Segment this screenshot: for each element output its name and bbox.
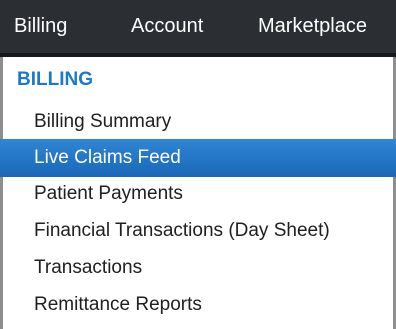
menu-item-patient-payments[interactable]: Patient Payments — [3, 175, 393, 213]
top-navigation-bar: Billing Account Marketplace — [0, 0, 396, 57]
menu-item-transactions[interactable]: Transactions — [3, 249, 393, 287]
menu-item-live-claims-feed[interactable]: Live Claims Feed — [0, 139, 396, 177]
menu-item-remittance-reports[interactable]: Remittance Reports — [3, 286, 393, 324]
nav-tab-account[interactable]: Account — [131, 0, 203, 53]
billing-dropdown-menu: BILLING Billing Summary Live Claims Feed… — [0, 57, 396, 329]
nav-tab-marketplace[interactable]: Marketplace — [258, 0, 367, 53]
nav-tab-billing[interactable]: Billing — [14, 0, 67, 53]
menu-item-billing-summary[interactable]: Billing Summary — [3, 103, 393, 141]
menu-item-financial-transactions[interactable]: Financial Transactions (Day Sheet) — [3, 212, 393, 250]
billing-section-heading: BILLING — [17, 69, 93, 90]
